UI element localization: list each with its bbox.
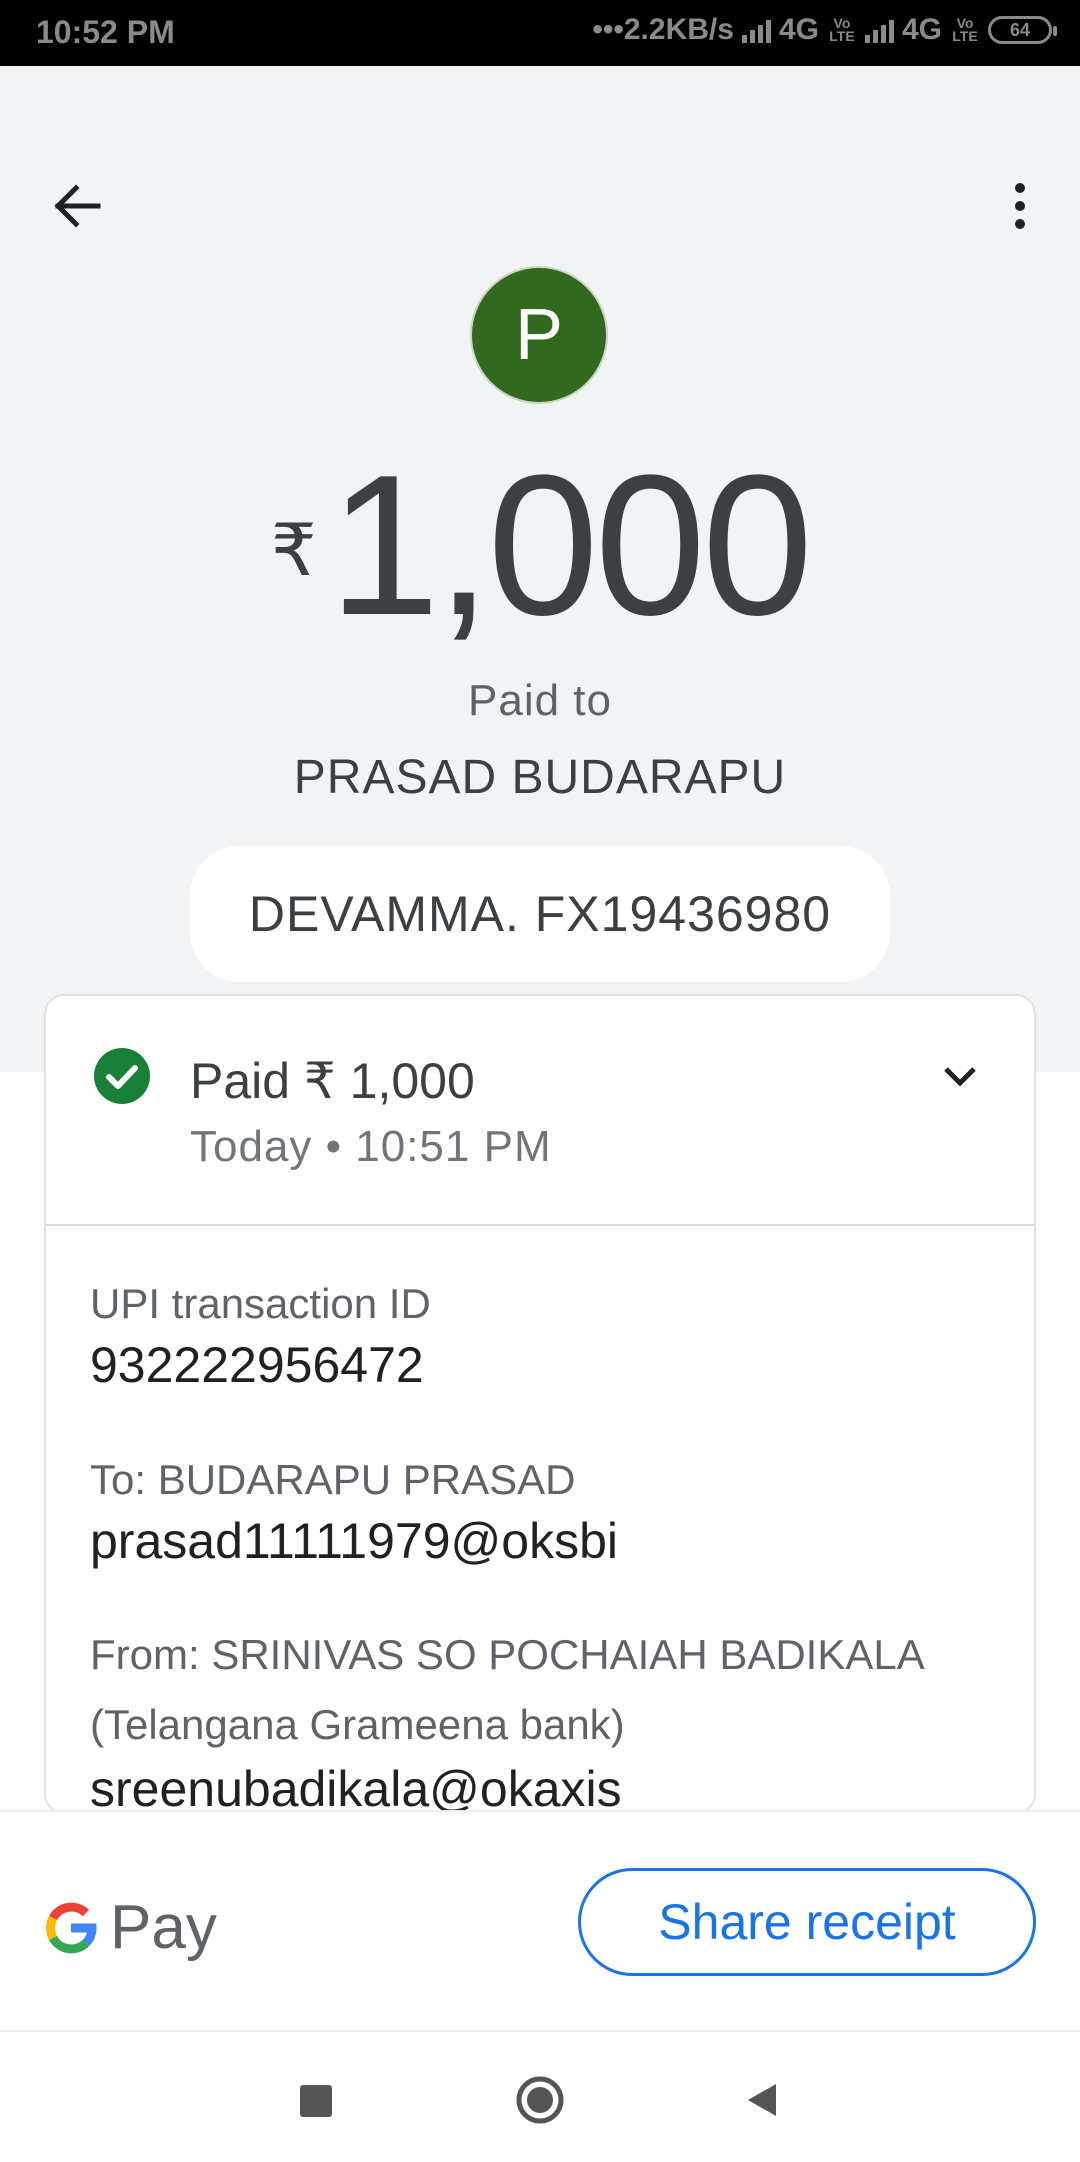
chevron-down-icon[interactable] — [936, 1052, 984, 1100]
volte-badge: Vo LTE — [952, 15, 978, 44]
transaction-status: Paid ₹ 1,000 — [190, 1053, 475, 1109]
upi-id-label: UPI transaction ID — [90, 1280, 431, 1327]
signal-icon — [741, 17, 771, 43]
to-label: To: BUDARAPU PRASAD — [90, 1456, 576, 1503]
to-vpa: prasad11111979@oksbi — [90, 1513, 618, 1569]
bottom-action-bar: Pay Share receipt — [0, 1810, 1080, 2032]
status-icons: •••2.2KB/s 4G Vo LTE 4G Vo LTE 64 — [592, 13, 1057, 47]
system-nav-bar — [0, 2030, 1080, 2162]
network-type-1: 4G — [778, 13, 819, 46]
amount: ₹1,000 — [0, 446, 1080, 646]
recents-icon[interactable] — [300, 2085, 332, 2117]
signal-icon — [864, 17, 894, 43]
transaction-time: Today • 10:51 PM — [190, 1122, 552, 1171]
transaction-status-row[interactable]: Paid ₹ 1,000 Today • 10:51 PM — [46, 996, 1034, 1226]
status-time: 10:52 PM — [36, 14, 175, 50]
from-bank: (Telangana Grameena bank) — [90, 1701, 625, 1748]
status-bar: 10:52 PM •••2.2KB/s 4G Vo LTE 4G Vo LTE … — [0, 0, 1080, 66]
payee-name: PRASAD BUDARAPU — [293, 751, 787, 804]
check-circle-icon — [94, 1048, 150, 1104]
share-receipt-button[interactable]: Share receipt — [578, 1868, 1036, 1976]
back-icon[interactable] — [742, 2080, 782, 2120]
avatar: P — [470, 266, 608, 404]
from-account: From: SRINIVAS SO POCHAIAH BADIKALA (Tel… — [90, 1620, 925, 1814]
brand-text: Pay — [110, 1893, 217, 1962]
transaction-card: Paid ₹ 1,000 Today • 10:51 PM UPI transa… — [44, 994, 1036, 1814]
google-g-icon — [45, 1902, 97, 1953]
from-vpa: sreenubadikala@okaxis — [90, 1761, 622, 1814]
home-icon[interactable] — [515, 2075, 565, 2125]
network-speed: •••2.2KB/s — [592, 13, 734, 46]
currency-symbol: ₹ — [270, 511, 317, 591]
arrow-left-icon[interactable] — [48, 176, 108, 236]
payment-note: DEVAMMA. FX19436980 — [190, 846, 890, 982]
to-account: To: BUDARAPU PRASAD prasad11111979@oksbi — [90, 1456, 618, 1570]
upi-id-value[interactable]: 932222956472 — [90, 1336, 431, 1394]
google-pay-logo: Pay — [42, 1892, 217, 1963]
network-type-2: 4G — [901, 13, 942, 46]
battery-icon: 64 — [988, 16, 1057, 44]
more-vert-icon[interactable] — [1000, 176, 1040, 236]
payment-summary: P ₹1,000 Paid to PRASAD BUDARAPU DEVAMMA… — [0, 66, 1080, 1072]
amount-value: 1,000 — [328, 434, 813, 657]
upi-transaction-id: UPI transaction ID 932222956472 — [90, 1280, 431, 1394]
paid-to-label: Paid to — [468, 676, 612, 725]
volte-badge: Vo LTE — [829, 15, 855, 44]
from-label: From: SRINIVAS SO POCHAIAH BADIKALA — [90, 1631, 925, 1678]
